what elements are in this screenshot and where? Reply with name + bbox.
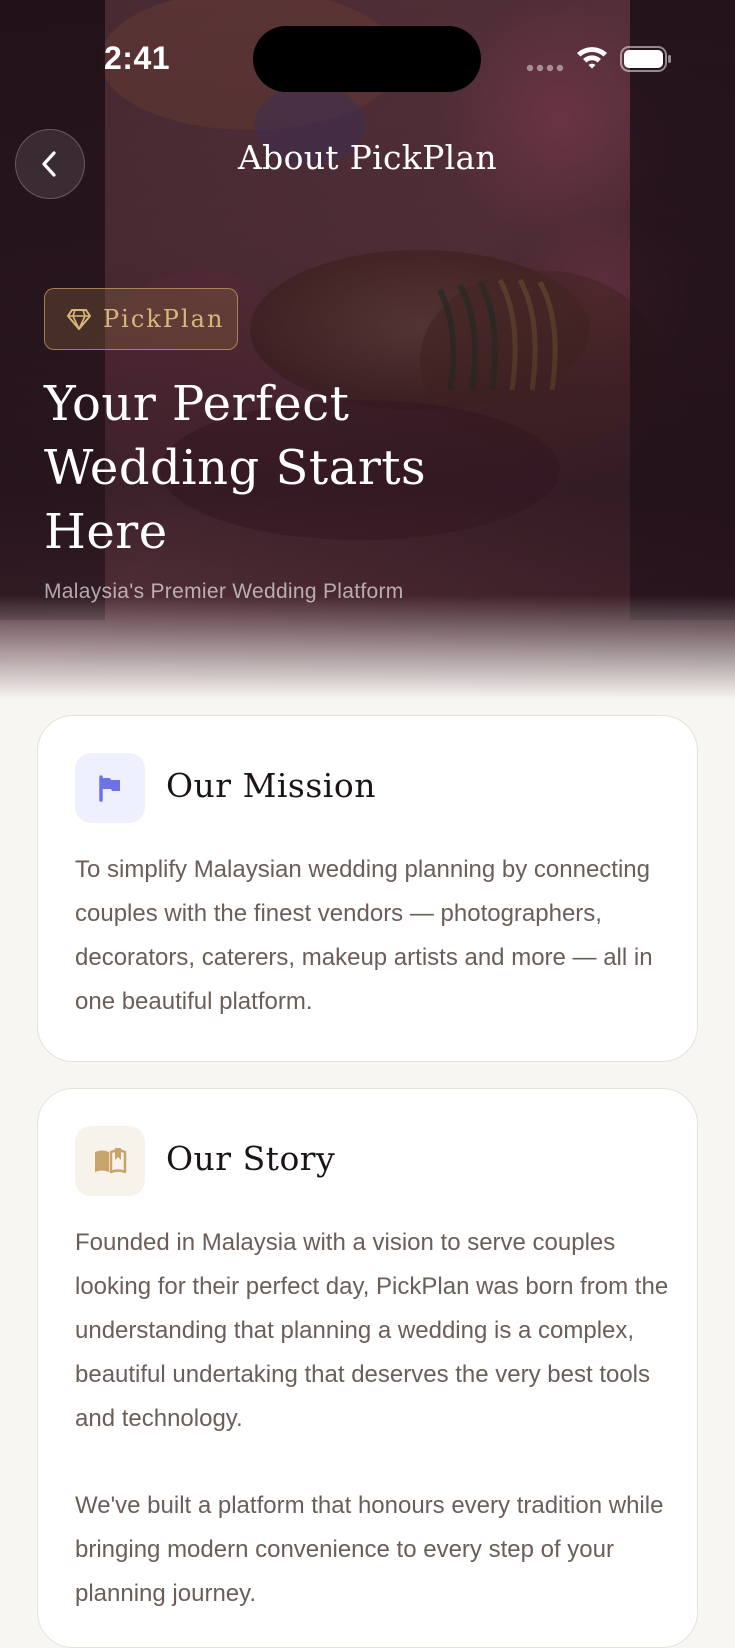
flag-icon (99, 775, 120, 802)
page-title: About PickPlan (238, 138, 497, 177)
open-book-icon (95, 1148, 127, 1174)
wifi-icon (577, 47, 607, 69)
story-card: Our Story Founded in Malaysia with a vis… (37, 1088, 698, 1648)
story-icon-box (75, 1126, 145, 1196)
diamond-icon (67, 309, 91, 330)
battery-icon (620, 46, 671, 72)
mission-body: To simplify Malaysian wedding planning b… (75, 856, 653, 1015)
brand-badge-label: PickPlan (103, 305, 225, 333)
status-time: 2:41 (104, 40, 171, 76)
status-bar: 2:41 (0, 0, 735, 120)
mission-icon-box (75, 753, 145, 823)
mission-title: Our Mission (166, 766, 376, 805)
mission-card: Our Mission To simplify Malaysian weddin… (37, 715, 698, 1062)
story-title: Our Story (166, 1139, 336, 1178)
story-body-paragraph-1: Founded in Malaysia with a vision to ser… (75, 1229, 669, 1432)
hero-title: Your Perfect Wedding Starts Here (44, 376, 427, 560)
signal-icon (526, 64, 564, 72)
hero-subtitle: Malaysia's Premier Wedding Platform (44, 580, 404, 603)
brand-badge: PickPlan (44, 288, 238, 350)
story-body-paragraph-2: We've built a platform that honours ever… (75, 1492, 664, 1607)
dynamic-island (253, 26, 481, 92)
